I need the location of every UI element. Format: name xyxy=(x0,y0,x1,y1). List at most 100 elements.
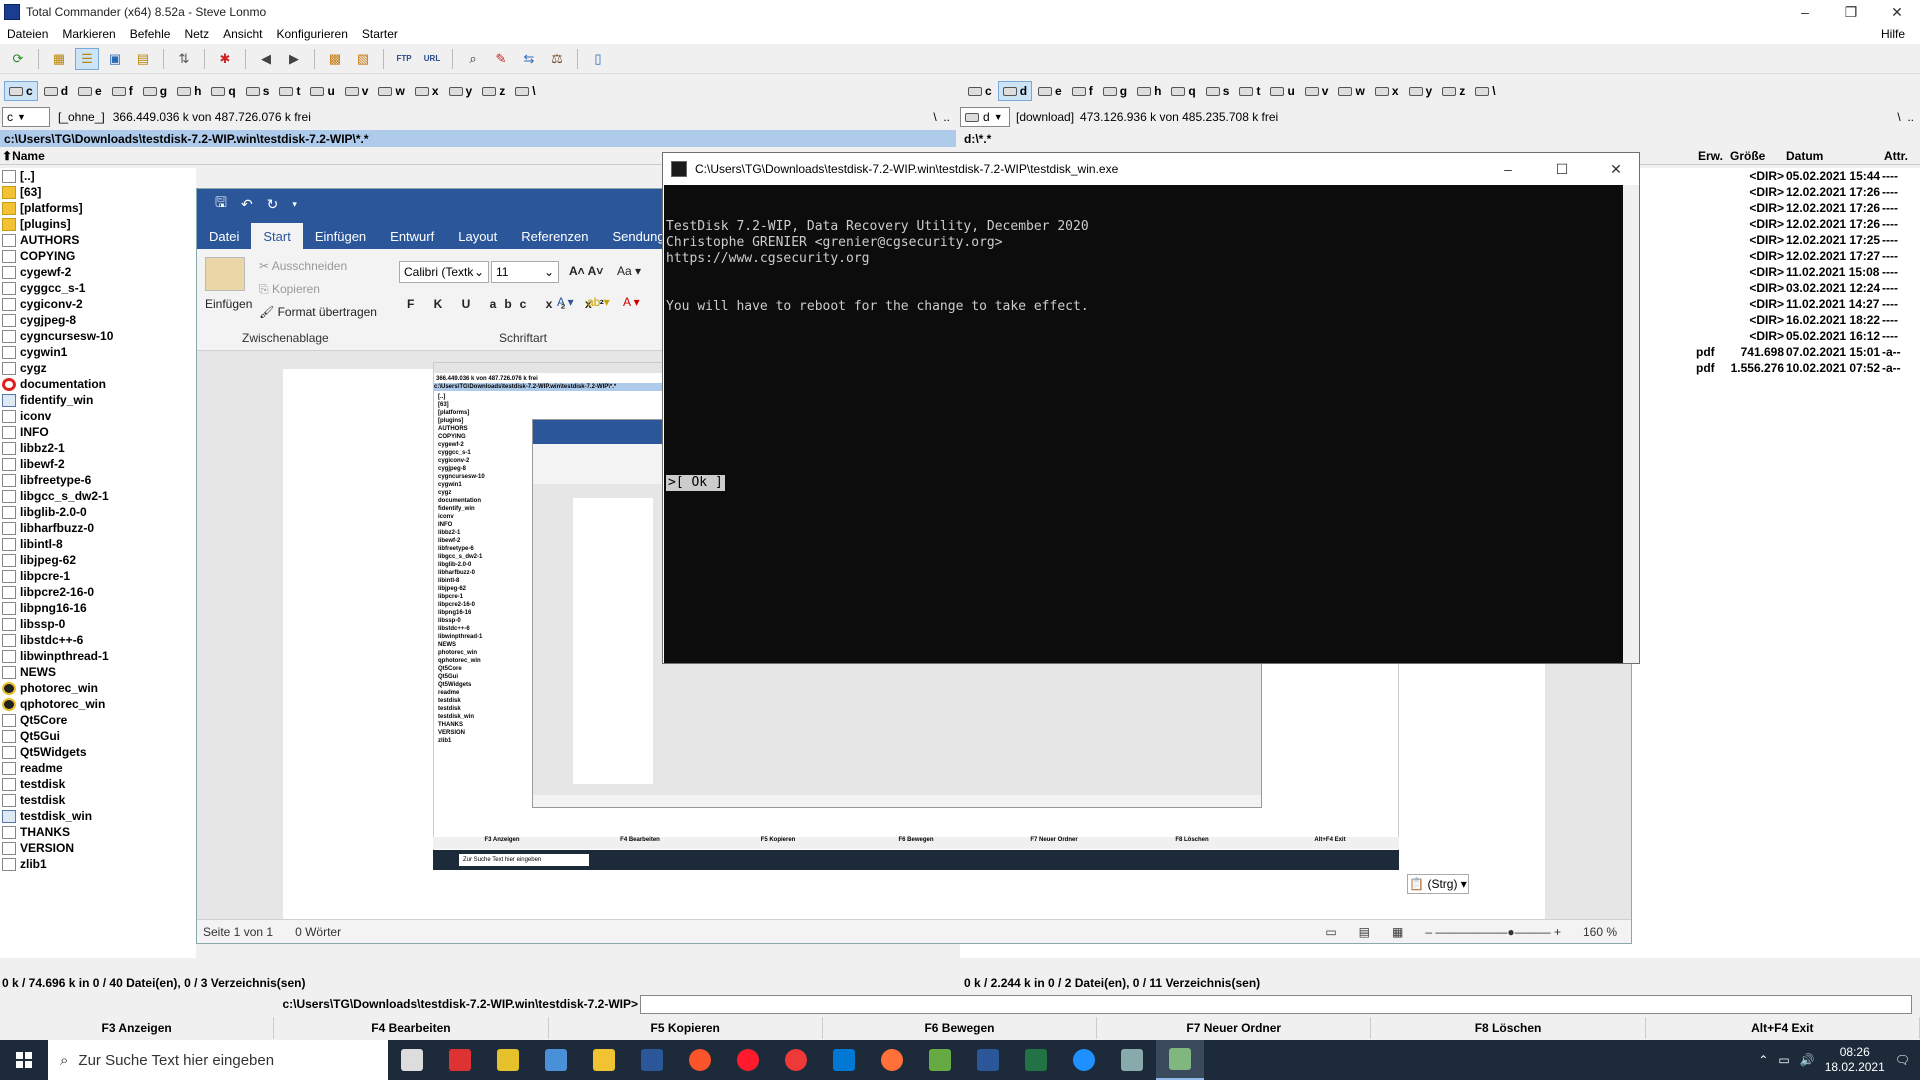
app-lightning-icon[interactable] xyxy=(1060,1040,1108,1080)
compare-icon[interactable]: ⚖ xyxy=(545,48,569,70)
word-tab-referenzen[interactable]: Referenzen xyxy=(509,223,600,249)
console-close-button[interactable]: ✕ xyxy=(1593,157,1639,181)
f7-new-folder-button[interactable]: F7 Neuer Ordner xyxy=(1097,1017,1372,1039)
file-row[interactable]: libjpeg-62 xyxy=(0,552,196,568)
font-name-select[interactable]: Calibri (Textk ⌄ xyxy=(399,261,489,283)
file-row[interactable]: cygiconv-2 xyxy=(0,296,196,312)
refresh-icon[interactable]: ⟳ xyxy=(6,48,30,70)
menu-befehle[interactable]: Befehle xyxy=(123,27,178,41)
left-drive-q[interactable]: q xyxy=(207,81,239,101)
back-icon[interactable]: ◀ xyxy=(254,48,278,70)
save-icon[interactable] xyxy=(628,1040,676,1080)
paste-options-button[interactable]: 📋 (Strg) ▾ xyxy=(1407,874,1469,894)
file-row[interactable]: libglib-2.0-0 xyxy=(0,504,196,520)
file-row[interactable]: libewf-2 xyxy=(0,456,196,472)
task-view-icon[interactable] xyxy=(388,1040,436,1080)
console-ok-button[interactable]: >[ Ok ] xyxy=(666,475,725,491)
word-tab-layout[interactable]: Layout xyxy=(446,223,509,249)
f4-edit-button[interactable]: F4 Bearbeiten xyxy=(274,1017,549,1039)
pack-icon[interactable]: ▩ xyxy=(323,48,347,70)
word-tab-datei[interactable]: Datei xyxy=(197,223,251,249)
f6-move-button[interactable]: F6 Bewegen xyxy=(823,1017,1098,1039)
right-root-button[interactable]: \ .. xyxy=(1897,110,1914,124)
right-drive-v[interactable]: v xyxy=(1301,81,1333,101)
f3-view-button[interactable]: F3 Anzeigen xyxy=(0,1017,275,1039)
volume-icon[interactable]: 🔊 xyxy=(1800,1053,1815,1067)
menu-hilfe[interactable]: Hilfe xyxy=(1874,27,1912,41)
file-row[interactable]: cygncursesw-10 xyxy=(0,328,196,344)
font-size-select[interactable]: 11 ⌄ xyxy=(491,261,559,283)
file-row[interactable]: zlib1 xyxy=(0,856,196,872)
word-tab-entwurf[interactable]: Entwurf xyxy=(378,223,446,249)
f5-copy-button[interactable]: F5 Kopieren xyxy=(549,1017,823,1039)
file-row[interactable]: cygjpeg-8 xyxy=(0,312,196,328)
menu-konfigurieren[interactable]: Konfigurieren xyxy=(269,27,354,41)
file-row[interactable]: NEWS xyxy=(0,664,196,680)
zoom-slider[interactable]: – ——————●——— + xyxy=(1425,925,1561,939)
left-drive-f[interactable]: f xyxy=(108,81,137,101)
word-tab-start[interactable]: Start xyxy=(251,223,303,249)
start-button[interactable] xyxy=(0,1040,48,1080)
left-drive-network[interactable]: \ xyxy=(511,81,539,101)
right-drive-e[interactable]: e xyxy=(1034,81,1066,101)
brave-icon[interactable] xyxy=(676,1040,724,1080)
file-row[interactable]: AUTHORS xyxy=(0,232,196,248)
excel-icon[interactable] xyxy=(1012,1040,1060,1080)
file-row[interactable]: cyggcc_s-1 xyxy=(0,280,196,296)
sort-icon[interactable]: ⇅ xyxy=(172,48,196,70)
right-drive-x[interactable]: x xyxy=(1371,81,1403,101)
menu-starter[interactable]: Starter xyxy=(355,27,405,41)
undo-icon[interactable]: ↶ xyxy=(241,196,253,213)
file-row[interactable]: libpng16-16 xyxy=(0,600,196,616)
view-list-icon[interactable]: ☰ xyxy=(75,47,99,70)
left-drive-y[interactable]: y xyxy=(445,81,477,101)
right-drive-network[interactable]: \ xyxy=(1471,81,1499,101)
console-output[interactable]: TestDisk 7.2-WIP, Data Recovery Utility,… xyxy=(664,185,1624,663)
font-color-icon[interactable]: A ▾ xyxy=(623,295,640,309)
close-button[interactable]: ✕ xyxy=(1874,0,1920,24)
maximize-button[interactable]: ❐ xyxy=(1828,0,1874,24)
text-effects-icon[interactable]: A ▾ xyxy=(557,295,574,309)
vivaldi-icon[interactable] xyxy=(772,1040,820,1080)
alt-f4-exit-button[interactable]: Alt+F4 Exit xyxy=(1646,1017,1920,1039)
file-row[interactable]: libstdc++-6 xyxy=(0,632,196,648)
file-row[interactable]: cygz xyxy=(0,360,196,376)
word-tab-einfügen[interactable]: Einfügen xyxy=(303,223,378,249)
right-header-ext[interactable]: Erw. xyxy=(1698,149,1723,163)
left-drive-select[interactable]: c ▼ xyxy=(2,107,50,127)
left-path-bar[interactable]: c:\Users\TG\Downloads\testdisk-7.2-WIP.w… xyxy=(0,130,956,147)
clipboard-icon[interactable] xyxy=(205,257,245,291)
file-row[interactable]: fidentify_win xyxy=(0,392,196,408)
opera-icon[interactable] xyxy=(724,1040,772,1080)
view-tree-icon[interactable]: ▤ xyxy=(131,48,155,70)
left-drive-u[interactable]: u xyxy=(306,81,338,101)
left-drive-t[interactable]: t xyxy=(275,81,304,101)
file-row[interactable]: libssp-0 xyxy=(0,616,196,632)
file-row[interactable]: INFO xyxy=(0,424,196,440)
file-row[interactable]: iconv xyxy=(0,408,196,424)
app-scanner-icon[interactable] xyxy=(1108,1040,1156,1080)
app-green-icon[interactable] xyxy=(916,1040,964,1080)
copy-button[interactable]: ⎘ Kopieren xyxy=(259,282,320,297)
file-row[interactable]: libpcre2-16-0 xyxy=(0,584,196,600)
zoom-level[interactable]: 160 % xyxy=(1583,925,1617,939)
outlook-icon[interactable] xyxy=(820,1040,868,1080)
right-drive-q[interactable]: q xyxy=(1167,81,1199,101)
right-header-attr[interactable]: Attr. xyxy=(1884,149,1908,163)
grow-font-icon[interactable]: A˄ A˅ xyxy=(569,264,603,278)
console-minimize-button[interactable]: – xyxy=(1485,157,1531,181)
file-row[interactable]: libgcc_s_dw2-1 xyxy=(0,488,196,504)
total-commander-icon[interactable] xyxy=(1156,1040,1204,1080)
select-icon[interactable]: ✱ xyxy=(213,48,237,70)
file-row[interactable]: testdisk xyxy=(0,792,196,808)
app-blue-icon[interactable] xyxy=(532,1040,580,1080)
view-thumbnails-icon[interactable]: ▣ xyxy=(103,48,127,70)
left-header-name[interactable]: Name xyxy=(12,149,45,163)
menu-ansicht[interactable]: Ansicht xyxy=(216,27,269,41)
url-icon[interactable]: URL xyxy=(420,48,444,70)
left-drive-h[interactable]: h xyxy=(173,81,205,101)
firefox-icon[interactable] xyxy=(868,1040,916,1080)
notifications-icon[interactable]: 🗨 xyxy=(1895,1053,1910,1067)
right-drive-z[interactable]: z xyxy=(1438,81,1469,101)
right-drive-d[interactable]: d xyxy=(997,81,1033,101)
